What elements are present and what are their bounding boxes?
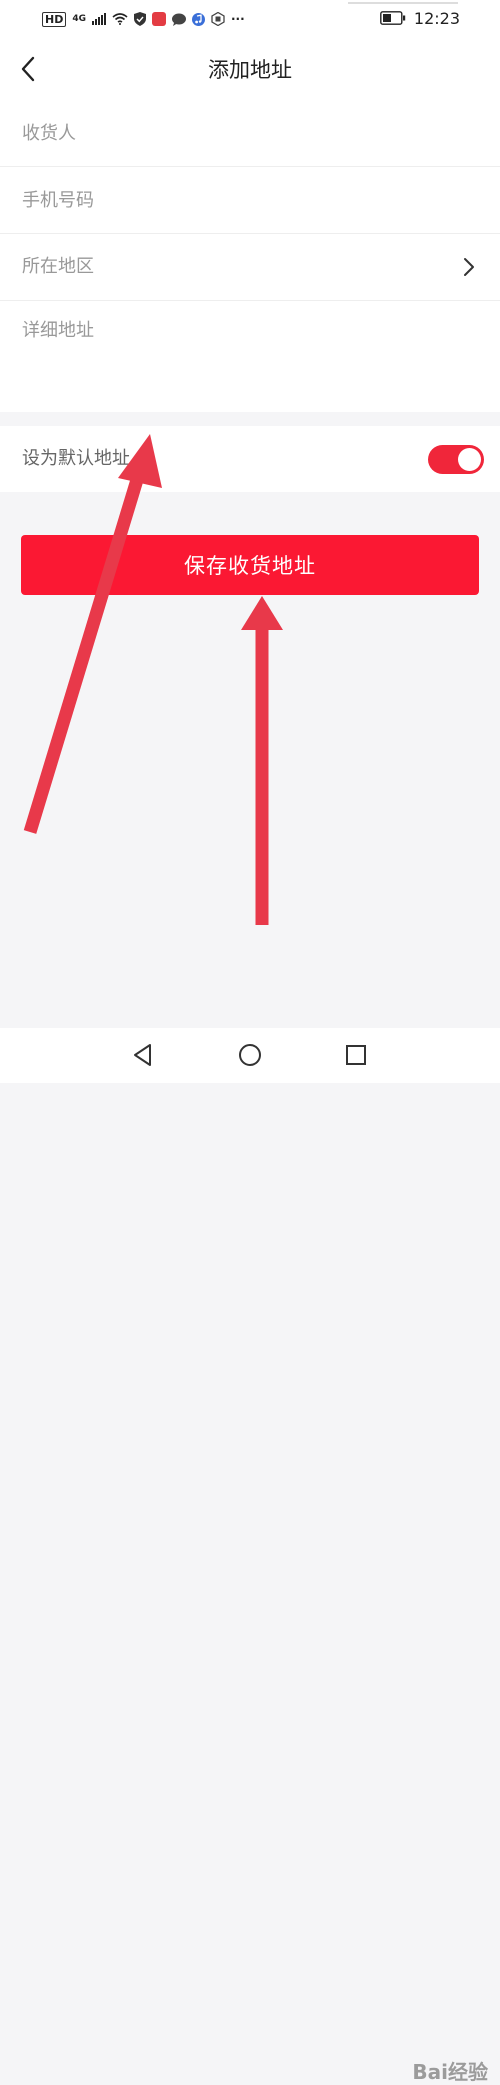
phone-row bbox=[0, 167, 500, 234]
region-row[interactable]: 所在地区 bbox=[0, 234, 500, 301]
detail-address-row bbox=[0, 301, 500, 413]
shield-icon bbox=[134, 12, 146, 26]
save-address-button[interactable]: 保存收货地址 bbox=[21, 535, 479, 595]
hd-badge: HD bbox=[42, 11, 67, 27]
status-left: HD 4G ··· bbox=[42, 9, 245, 29]
phone-input[interactable] bbox=[22, 167, 452, 233]
status-right: 12:23 bbox=[379, 7, 460, 29]
arrow-to-save-button bbox=[241, 596, 283, 925]
music-icon bbox=[192, 12, 205, 26]
more-notifications: ··· bbox=[231, 12, 245, 26]
nav-header: 添加地址 bbox=[0, 38, 500, 100]
network-label: 4G bbox=[72, 13, 86, 24]
message-icon bbox=[172, 13, 186, 26]
region-label: 所在地区 bbox=[22, 256, 94, 277]
recipient-row bbox=[0, 100, 500, 167]
nav-recents-icon[interactable] bbox=[341, 1040, 371, 1070]
page-title: 添加地址 bbox=[208, 58, 292, 82]
battery-icon bbox=[379, 11, 406, 25]
nav-back-icon[interactable] bbox=[128, 1040, 158, 1070]
watermark: Bai经验 bbox=[412, 2060, 488, 2084]
status-bar: HD 4G ··· 12:23 bbox=[0, 0, 500, 38]
system-nav-bar: Bai经验 bbox=[0, 1028, 500, 2084]
default-address-row: 设为默认地址 bbox=[0, 426, 500, 492]
default-address-toggle[interactable] bbox=[428, 445, 484, 474]
app-icon-red bbox=[152, 12, 166, 26]
signal-icon bbox=[92, 13, 106, 25]
app-icon-hex bbox=[211, 12, 225, 26]
toggle-knob bbox=[458, 448, 481, 471]
chevron-right-icon bbox=[464, 258, 474, 276]
wifi-icon bbox=[112, 13, 128, 25]
recipient-input[interactable] bbox=[22, 100, 452, 166]
nav-home-icon[interactable] bbox=[235, 1040, 265, 1070]
section-gap bbox=[0, 412, 500, 426]
notch-line bbox=[348, 2, 458, 4]
clock-time: 12:23 bbox=[413, 8, 460, 28]
default-address-label: 设为默认地址 bbox=[22, 448, 130, 469]
address-form: 所在地区 bbox=[0, 100, 500, 413]
arrow-to-toggle-label bbox=[23, 434, 162, 834]
detail-address-input[interactable] bbox=[22, 319, 452, 399]
